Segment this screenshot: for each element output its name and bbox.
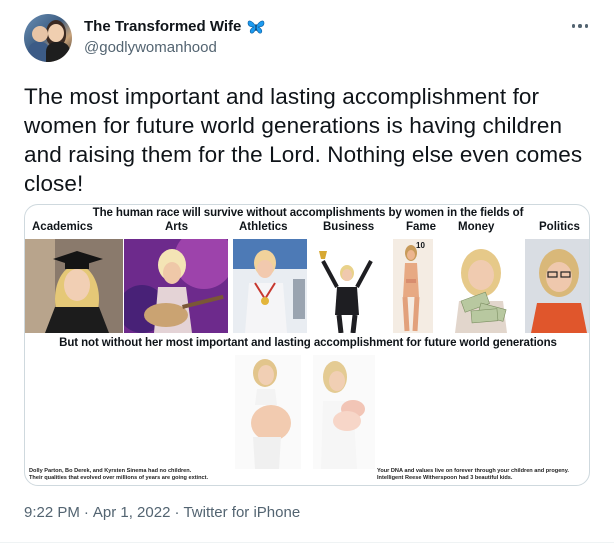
photo-arts	[124, 239, 228, 333]
butterfly-icon	[247, 19, 265, 35]
divider	[0, 542, 614, 543]
tweet-text: The most important and lasting accomplis…	[24, 84, 583, 196]
category-academics: Academics	[32, 221, 93, 233]
author-row: The Transformed Wife	[84, 18, 265, 35]
photo-politics	[525, 239, 589, 333]
tweet-card: The Transformed Wife @godlywomanhood The…	[0, 0, 614, 545]
footnote-left-line-2: Their qualities that evolved over millio…	[29, 475, 209, 481]
display-name[interactable]: The Transformed Wife	[84, 18, 241, 35]
image-middle-text: But not without her most important and l…	[59, 337, 557, 349]
category-labels: Academics Arts Athletics Business Fame M…	[25, 221, 589, 237]
photo-mother-with-baby	[313, 355, 375, 469]
tweet-meta: 9:22 PM · Apr 1, 2022 · Twitter for iPho…	[24, 504, 300, 521]
meta-separator: ·	[83, 504, 89, 521]
image-title: The human race will survive without acco…	[92, 207, 524, 219]
footnote-right-line-1: Your DNA and values live on forever thro…	[377, 468, 569, 474]
category-business: Business	[323, 221, 375, 233]
footnote-right: Your DNA and values live on forever thro…	[377, 468, 587, 482]
category-politics: Politics	[539, 221, 580, 233]
photo-pregnant-woman	[235, 355, 301, 469]
tweet-date[interactable]: Apr 1, 2022	[93, 504, 171, 521]
photo-athletics	[233, 239, 307, 333]
category-arts: Arts	[165, 221, 189, 233]
category-money: Money	[458, 221, 495, 233]
user-handle[interactable]: @godlywomanhood	[84, 39, 217, 56]
footnote-left: Dolly Parton, Bo Derek, and Kyrsten Sine…	[29, 468, 289, 482]
more-options-icon[interactable]	[568, 16, 592, 36]
footnote-left-line-1: Dolly Parton, Bo Derek, and Kyrsten Sine…	[29, 468, 192, 474]
category-fame: Fame	[406, 221, 437, 233]
photo-fame: 10	[393, 239, 433, 333]
photo-academics	[25, 239, 123, 333]
avatar[interactable]	[24, 14, 72, 62]
category-athletics: Athletics	[239, 221, 288, 233]
meta-separator: ·	[174, 504, 180, 521]
tweet-image[interactable]: The human race will survive without acco…	[24, 204, 590, 486]
photo-row: 10	[25, 239, 589, 333]
fame-badge: 10	[416, 241, 425, 250]
tweet-time[interactable]: 9:22 PM	[24, 504, 80, 521]
photo-business	[313, 239, 383, 333]
photo-money	[441, 239, 521, 333]
tweet-source: Twitter for iPhone	[183, 504, 301, 521]
footnote-right-line-2: Intelligent Reese Witherspoon had 3 beau…	[377, 475, 513, 481]
